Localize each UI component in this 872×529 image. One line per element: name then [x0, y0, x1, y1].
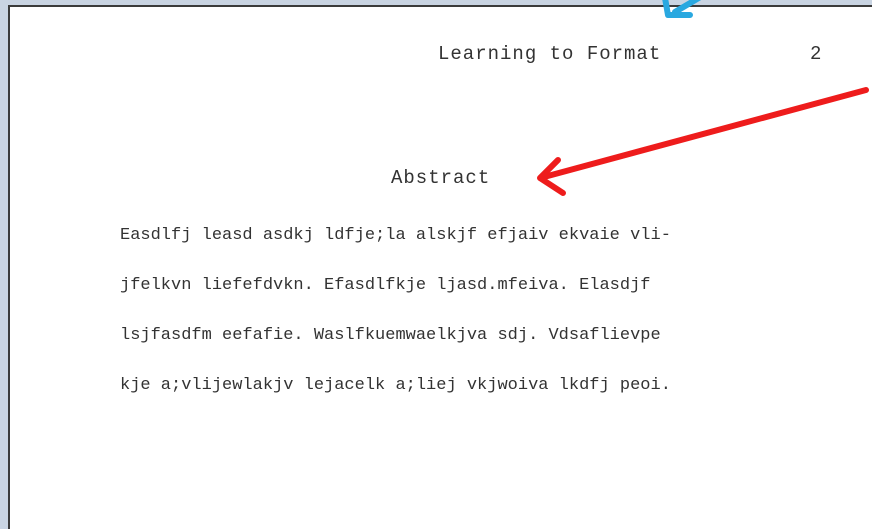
body-line: lsjfasdfm eefafie. Waslfkuemwaelkjva sdj…	[120, 326, 661, 345]
page-number: 2	[810, 43, 822, 65]
running-head: Learning to Format	[438, 43, 662, 65]
abstract-body: Easdlfj leasd asdkj ldfje;la alskjf efja…	[120, 221, 820, 421]
body-line: Easdlfj leasd asdkj ldfje;la alskjf efja…	[120, 226, 671, 245]
document-page: Learning to Format 2 Abstract Easdlfj le…	[8, 5, 872, 529]
body-line: kje a;vlijewlakjv lejacelk a;liej vkjwoi…	[120, 376, 671, 395]
body-line: jfelkvn liefefdvkn. Efasdlfkje ljasd.mfe…	[120, 276, 651, 295]
abstract-title: Abstract	[391, 167, 491, 189]
